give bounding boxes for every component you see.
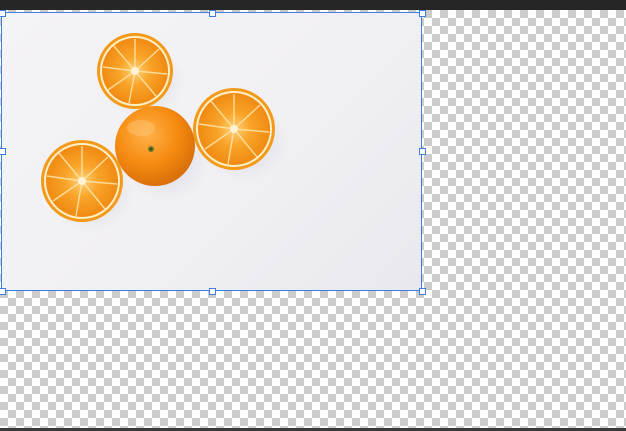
resize-handle-left[interactable] <box>0 148 6 155</box>
resize-handle-top-right[interactable] <box>419 10 426 17</box>
resize-handle-top[interactable] <box>209 10 216 17</box>
resize-handle-right[interactable] <box>419 148 426 155</box>
resize-handle-top-left[interactable] <box>0 10 6 17</box>
resize-handle-bottom-right[interactable] <box>419 288 426 295</box>
top-toolbar-strip <box>0 0 626 10</box>
resize-handle-bottom-left[interactable] <box>0 288 6 295</box>
resize-handle-bottom[interactable] <box>209 288 216 295</box>
document-canvas[interactable] <box>0 10 626 431</box>
transform-handles <box>0 10 426 295</box>
